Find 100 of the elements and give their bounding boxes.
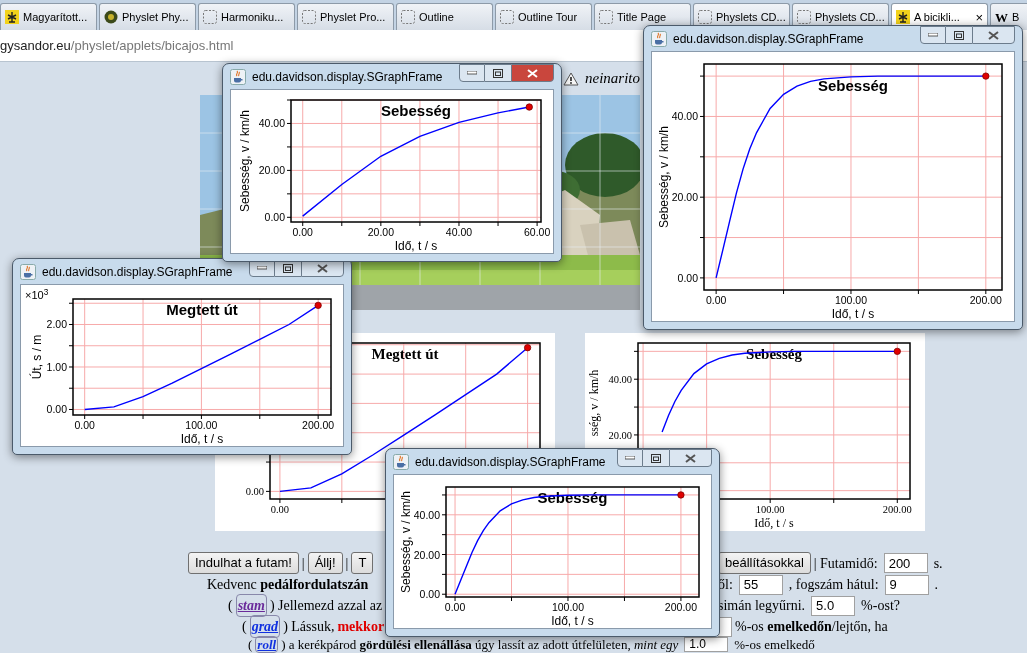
form-text: ) a kerékpárod gördülési ellenállása úgy lassít az adott útfelületen, mint egy <box>281 637 679 652</box>
form-text: | <box>345 554 349 573</box>
form-text: ( <box>248 637 253 652</box>
highlighted-text: mekkor <box>337 618 385 636</box>
axis-tick-label: 20.00 <box>258 164 285 177</box>
close-button[interactable] <box>972 26 1015 44</box>
form-button[interactable]: Indulhat a futam! <box>188 552 299 574</box>
axis-label: Idő, t / s <box>754 516 794 530</box>
axis-tick-label: 0.00 <box>270 504 290 515</box>
form-text: %-os emelkedő <box>734 637 815 652</box>
help-link[interactable]: roll <box>255 636 279 653</box>
axis-label: Idő, t / s <box>394 239 438 253</box>
close-button[interactable] <box>511 64 554 82</box>
maximize-button[interactable] <box>643 449 669 467</box>
tab-label: A bicikli... <box>914 9 960 25</box>
end-point-marker <box>893 347 901 355</box>
axis-tick-label: 0.00 <box>705 294 727 306</box>
java-cup-icon <box>651 30 667 47</box>
form-button[interactable]: Állj! <box>307 552 343 574</box>
blank-page-icon <box>302 10 316 24</box>
form-text: ( <box>228 597 233 615</box>
axis-tick-label: 100.00 <box>834 294 868 306</box>
form-text: ) Jellemezd azzal az <box>269 597 383 615</box>
tab-label: Outline <box>419 9 454 25</box>
help-link[interactable]: grad <box>249 615 281 638</box>
number-field[interactable]: 200 <box>883 553 928 573</box>
end-point-marker <box>982 72 990 80</box>
browser-tab[interactable]: Title Page <box>594 3 691 30</box>
browser-tab[interactable]: Physlet Pro... <box>297 3 394 30</box>
axis-tick-label: 0.00 <box>245 486 264 498</box>
browser-tab[interactable]: Outline <box>396 3 493 30</box>
help-link[interactable]: stam <box>235 594 267 617</box>
close-button[interactable] <box>669 449 712 467</box>
number-field[interactable]: 5.0 <box>811 595 856 616</box>
axis-tick-label: 200.00 <box>882 504 912 515</box>
window-title: edu.davidson.display.SGraphFrame <box>42 263 233 281</box>
axis-label: Idő, t / s <box>551 614 594 628</box>
blank-page-icon <box>401 10 415 24</box>
form-text: ) Lássuk, <box>283 618 335 636</box>
close-icon <box>685 453 696 463</box>
maximize-icon <box>954 30 964 40</box>
axis-label: Sebesség, v / km/h <box>399 491 413 593</box>
axis-tick-label: 20.00 <box>413 548 440 561</box>
axis-label: Sebesség, v / km/h <box>238 110 252 212</box>
axis-tick-label: 60.00 <box>523 226 551 238</box>
axis-tick-label: 0.00 <box>677 271 698 284</box>
blank-page-icon <box>203 10 217 24</box>
form-text: , fogszám hátul: <box>788 576 879 594</box>
emblem-icon <box>5 10 19 24</box>
axis-tick-label: 40.00 <box>258 117 285 130</box>
java-cup-icon <box>393 453 409 470</box>
form-text: s. <box>933 554 943 573</box>
tab-label: Physlet Phy... <box>122 9 189 25</box>
maximize-button[interactable] <box>946 26 972 44</box>
browser-tab[interactable]: Physlet Phy... <box>99 3 196 30</box>
close-icon <box>527 68 538 78</box>
axis-tick-label: 0.00 <box>419 588 440 601</box>
axis-tick-label: 40.00 <box>608 374 632 386</box>
axis-tick-label: 2.00 <box>46 318 67 331</box>
axis-tick-label: 20.00 <box>671 191 698 204</box>
tab-label: Outline Tour <box>518 9 578 25</box>
tab-label: Physlets CD... <box>716 9 786 25</box>
minimize-icon <box>467 71 477 75</box>
tab-close-button[interactable]: × <box>975 10 983 24</box>
browser-tab[interactable]: Magyarított... <box>0 3 97 30</box>
end-point-marker <box>677 491 685 499</box>
form-button[interactable]: T <box>351 552 374 574</box>
favicon-letter: W <box>995 10 1008 24</box>
browser-tab[interactable]: Outline Tour <box>495 3 592 30</box>
form-text: | Futamidő: <box>813 554 878 573</box>
axis-tick-label: 0.00 <box>46 403 67 416</box>
close-icon <box>317 263 328 273</box>
form-button[interactable]: beállításokkal <box>718 552 811 574</box>
form-text: %-ost? <box>861 597 900 615</box>
chart-title: Sebesség <box>381 102 451 119</box>
form-text: Kedvenc pedálfordulatszán <box>207 576 369 594</box>
window-title: edu.davidson.display.SGraphFrame <box>415 453 606 471</box>
axis-tick-label: 40.00 <box>671 110 698 123</box>
end-point-marker <box>524 344 532 352</box>
number-field[interactable]: 55 <box>738 574 783 595</box>
number-field[interactable]: 1.0 <box>684 637 729 652</box>
axis-label: Sebesség, v / km/h <box>657 126 671 228</box>
maximize-button[interactable] <box>485 64 511 82</box>
browser-tab[interactable]: Harmoniku... <box>198 3 295 30</box>
form-text: . <box>934 576 939 594</box>
form-text: ( <box>242 618 247 636</box>
blank-page-icon <box>599 10 613 24</box>
blank-page-icon <box>500 10 514 24</box>
tab-label: Magyarított... <box>23 9 88 25</box>
axis-label: Út, s / m <box>30 334 44 380</box>
window-title: edu.davidson.display.SGraphFrame <box>252 68 443 86</box>
number-field[interactable]: 9 <box>884 574 929 595</box>
end-point-marker <box>525 103 533 111</box>
window-title: edu.davidson.display.SGraphFrame <box>673 30 864 48</box>
axis-tick-label: 1.00 <box>46 361 67 373</box>
form-text: | <box>301 554 305 573</box>
blank-page-icon <box>797 10 811 24</box>
minimize-icon <box>625 456 635 460</box>
end-point-marker <box>314 301 322 309</box>
axis-tick-label: 0.00 <box>292 226 313 238</box>
